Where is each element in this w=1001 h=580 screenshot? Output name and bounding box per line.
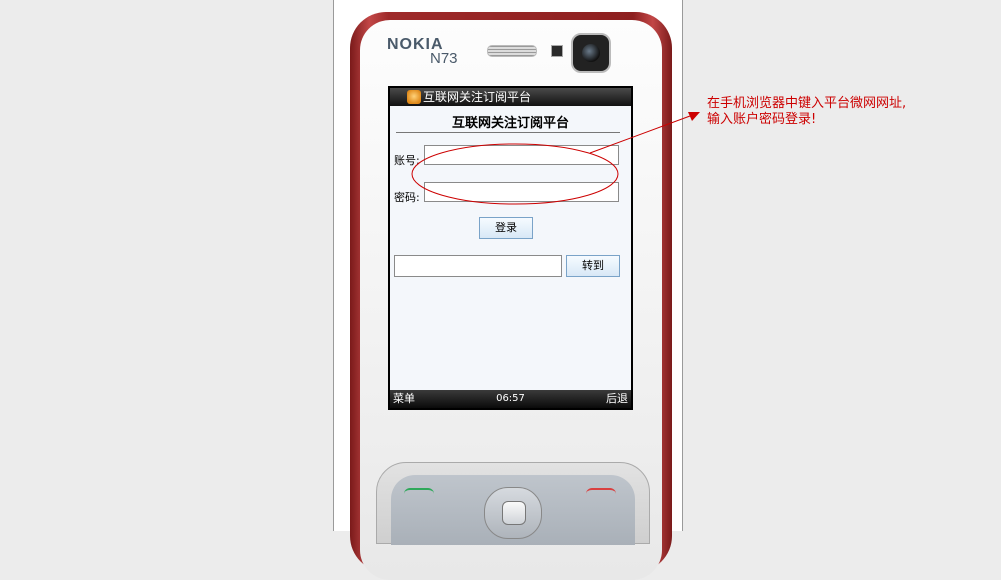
annotation-arrow-line [589, 115, 691, 154]
highlight-ellipse [411, 143, 619, 205]
annotation-overlay [411, 112, 700, 205]
